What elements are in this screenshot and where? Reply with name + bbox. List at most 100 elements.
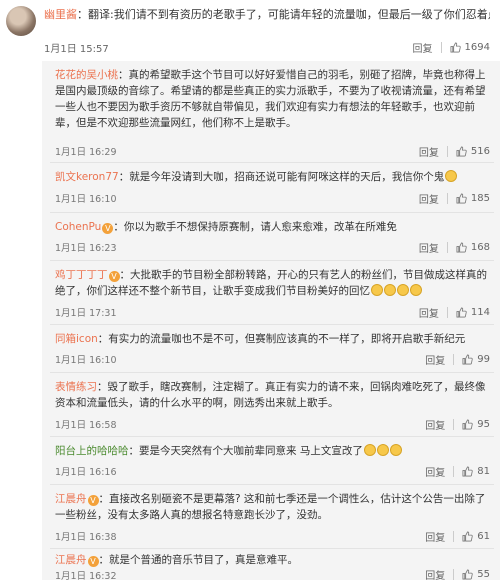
smile-emoji-icon [389,444,402,456]
smile-emoji-icon [371,284,383,296]
thumbs-up-icon[interactable] [462,531,473,542]
like-count: 1694 [464,42,490,53]
vip-badge-icon: V [87,495,99,506]
reply-username[interactable]: 江晨舟 [55,493,87,505]
avatar[interactable] [6,6,36,36]
smile-emoji-icon [376,444,389,456]
weibo-comments-page: 幽里酱：翻译:我们请不到有资历的老歌手了，可能请年轻的流量咖，但最后一级了你们忍… [0,0,500,582]
reply-button[interactable]: 回复 [419,191,439,206]
like-count: 95 [477,419,490,430]
like-count: 185 [470,193,490,204]
thumbs-up-icon[interactable] [456,193,467,204]
reply-username[interactable]: 江晨舟 [55,554,87,566]
reply-text: ：有实力的流量咖也不是不可，但赛制应该真的不一样了，即将开启歌手新纪元 [97,333,466,345]
reply-button[interactable]: 回复 [419,305,439,320]
reply-username[interactable]: 表情练习 [55,381,97,393]
thumbs-up-icon[interactable] [462,466,473,477]
comment-actions: 回复 1694 [413,40,490,55]
reply-date: 1月1日 16:23 [55,243,117,254]
like-count: 55 [477,569,490,580]
reply-button[interactable]: 回复 [425,529,445,544]
smile-emoji-icon [410,284,422,296]
reply-username[interactable]: 阳台上的哈哈哈 [55,445,129,457]
reply-text: ：要是今天突然有个大咖前辈同意来 马上文宣改了 [128,445,363,457]
reply-item: 同箱icon：有实力的流量咖也不是不可，但赛制应该真的不一样了，即将开启歌手新纪… [42,325,500,373]
reply-username[interactable]: 鸡丁丁丁丁 [55,269,108,281]
reply-username[interactable]: CohenPu [55,221,101,233]
divider [453,354,455,365]
vip-badge-icon: V [102,223,114,234]
thumbs-up-icon[interactable] [456,307,467,318]
reply-actions: 回复 81 [425,464,490,479]
reply-text: ：直接改名别砸瓷不是更幕落? 这和前七季还是一个调性么，估计这个公告一出除了一些… [55,493,486,521]
reply-date: 1月1日 16:38 [55,532,117,543]
comment-date: 1月1日 15:57 [44,44,109,55]
reply-date: 1月1日 16:10 [55,355,117,366]
reply-text: ：毁了歌手，瞎改赛制，注定糊了。真正有实力的请不来，回锅肉难吃死了，最终像资本和… [55,381,486,409]
like-count: 99 [477,354,490,365]
reply-date: 1月1日 16:16 [55,467,117,478]
reply-date: 1月1日 17:31 [55,308,117,319]
smile-emoji-icon [397,284,409,296]
reply-text: ：你以为歌手不想保持原赛制，请人愈来愈难，改革在所难免 [113,221,397,233]
reply-item: CohenPu V ：你以为歌手不想保持原赛制，请人愈来愈难，改革在所难免 1月1日… [42,213,500,261]
reply-actions: 回复 168 [419,240,490,255]
divider [453,569,455,580]
smile-emoji-icon [363,444,376,456]
thumbs-up-icon[interactable] [456,146,467,157]
reply-text: ：就是今年没请到大咖，招商还说可能有阿咪这样的天后，我信你个鬼 [118,171,445,183]
reply-actions: 回复 114 [419,305,490,320]
reply-text: ：就是个普通的音乐节目了，真是意难平。 [98,554,299,566]
reply-actions: 回复 185 [419,191,490,206]
thumbs-up-icon[interactable] [462,354,473,365]
reply-item: 阳台上的哈哈哈：要是今天突然有个大咖前辈同意来 马上文宣改了 1月1日 16:1… [42,437,500,485]
reply-item: 凯文keron77：就是今年没请到大咖，招商还说可能有阿咪这样的天后，我信你个鬼… [42,163,500,213]
reply-username[interactable]: 花花的吴小桃 [55,69,118,81]
reply-item: 花花的吴小桃：真的希望歌手这个节目可以好好爱惜自己的羽毛，别砸了招牌，毕竟也称得… [42,61,500,163]
vip-badge-icon: V [108,271,120,282]
reply-item: 表情练习：毁了歌手，瞎改赛制，注定糊了。真正有实力的请不来，回锅肉难吃死了，最终… [42,373,500,437]
reply-item: 江晨舟 V ：直接改名别砸瓷不是更幕落? 这和前七季还是一个调性么，估计这个公告一出… [42,485,500,549]
divider [446,193,448,204]
thumbs-up-icon[interactable] [462,419,473,430]
divider [446,307,448,318]
reply-button[interactable]: 回复 [425,464,445,479]
thumbs-up-icon[interactable] [456,242,467,253]
divider [453,419,455,430]
reply-button[interactable]: 回复 [425,352,445,367]
reply-button[interactable]: 回复 [419,144,439,159]
divider [440,42,442,53]
reply-actions: 回复 95 [425,417,490,432]
reply-item: 鸡丁丁丁丁 V ：大批歌手的节目粉全部粉转路，开心的只有艺人的粉丝们，节目做成这样真… [42,261,500,325]
divider [446,146,448,157]
smile-emoji-icon [445,170,458,182]
like-count: 168 [470,242,490,253]
comment-username[interactable]: 幽里酱 [44,8,77,21]
reply-username[interactable]: 凯文keron77 [55,171,119,183]
reply-text: ：大批歌手的节目粉全部粉转路，开心的只有艺人的粉丝们，节目做成这样真的绝了，你们… [55,269,487,297]
top-comment: 幽里酱：翻译:我们请不到有资历的老歌手了，可能请年轻的流量咖，但最后一级了你们忍… [0,0,500,55]
reply-username[interactable]: 同箱icon [55,333,98,345]
divider [446,242,448,253]
reply-thread: 花花的吴小桃：真的希望歌手这个节目可以好好爱惜自己的羽毛，别砸了招牌，毕竟也称得… [42,61,500,582]
like-count: 81 [477,466,490,477]
reply-actions: 回复 61 [425,529,490,544]
like-count: 61 [477,531,490,542]
smile-emoji-icon [384,284,396,296]
reply-date: 1月1日 16:58 [55,420,117,431]
reply-actions: 回复 99 [425,352,490,367]
reply-text: ：真的希望歌手这个节目可以好好爱惜自己的羽毛，别砸了招牌，毕竟也称得上是国内最顶… [55,69,486,129]
divider [453,531,455,542]
reply-date: 1月1日 16:10 [55,194,117,205]
reply-button[interactable]: 回复 [425,417,445,432]
reply-date: 1月1日 16:29 [55,147,117,158]
reply-button[interactable]: 回复 [419,240,439,255]
thumbs-up-icon[interactable] [450,42,461,53]
thumbs-up-icon[interactable] [462,569,473,580]
reply-actions: 回复 516 [419,144,490,159]
vip-badge-icon: V [87,556,99,567]
divider [453,466,455,477]
comment-text: ：翻译:我们请不到有资历的老歌手了，可能请年轻的流量咖，但最后一级了你们忍着点麻… [77,8,490,21]
like-count: 114 [470,307,490,318]
reply-button[interactable]: 回复 [413,40,433,55]
